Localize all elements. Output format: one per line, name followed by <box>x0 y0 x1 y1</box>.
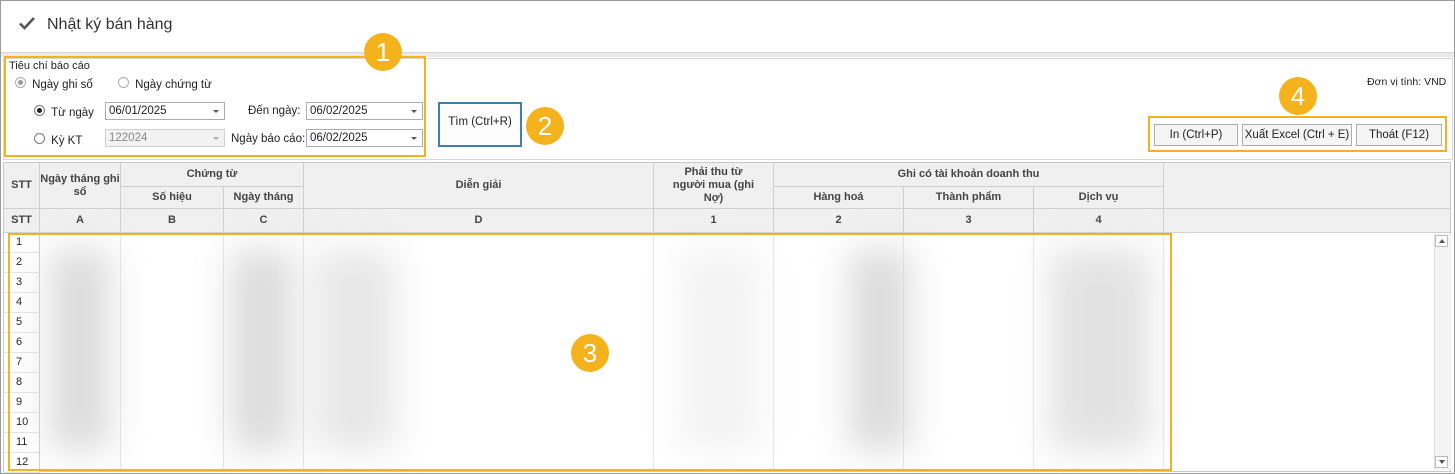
header-filler <box>1164 163 1450 209</box>
header-services[interactable]: Dịch vụ <box>1034 187 1164 209</box>
scroll-down-icon[interactable] <box>1435 456 1448 468</box>
find-button[interactable]: Tìm (Ctrl+R) <box>438 102 522 147</box>
header-receivable[interactable]: Phải thu từ người mua (ghi Nợ) <box>654 163 774 209</box>
header-goods[interactable]: Hàng hoá <box>774 187 904 209</box>
code-stt: STT <box>4 209 40 233</box>
callout-badge-3: 3 <box>571 334 609 372</box>
code-services: 4 <box>1034 209 1164 233</box>
callout-box-criteria <box>4 56 426 157</box>
scroll-up-icon[interactable] <box>1435 235 1448 247</box>
callout-box-actions <box>1148 116 1447 152</box>
window-title: Nhật ký bán hàng <box>47 16 173 33</box>
code-voucher-no: B <box>121 209 224 233</box>
header-voucher-no[interactable]: Số hiệu <box>121 187 224 209</box>
code-filler <box>1164 209 1450 233</box>
checkmark-icon <box>19 17 35 30</box>
header-stt[interactable]: STT <box>4 163 40 209</box>
code-receivable: 1 <box>654 209 774 233</box>
header-posting-date[interactable]: Ngày tháng ghi sổ <box>40 163 121 209</box>
callout-badge-2: 2 <box>526 107 564 145</box>
callout-badge-1: 1 <box>364 33 402 71</box>
title-bar <box>1 1 1454 51</box>
callout-badge-4: 4 <box>1279 77 1317 115</box>
code-voucher-date: C <box>224 209 304 233</box>
code-goods: 2 <box>774 209 904 233</box>
header-finished-goods[interactable]: Thành phẩm <box>904 187 1034 209</box>
code-posting-date: A <box>40 209 121 233</box>
code-description: D <box>304 209 654 233</box>
code-finished-goods: 3 <box>904 209 1034 233</box>
unit-label: Đơn vị tính: VND <box>1367 76 1447 88</box>
vertical-scrollbar[interactable] <box>1434 234 1451 470</box>
header-description[interactable]: Diễn giải <box>304 163 654 209</box>
header-voucher-group: Chứng từ <box>121 163 304 187</box>
header-revenue-group: Ghi có tài khoản doanh thu <box>774 163 1164 187</box>
header-voucher-date[interactable]: Ngày tháng <box>224 187 304 209</box>
